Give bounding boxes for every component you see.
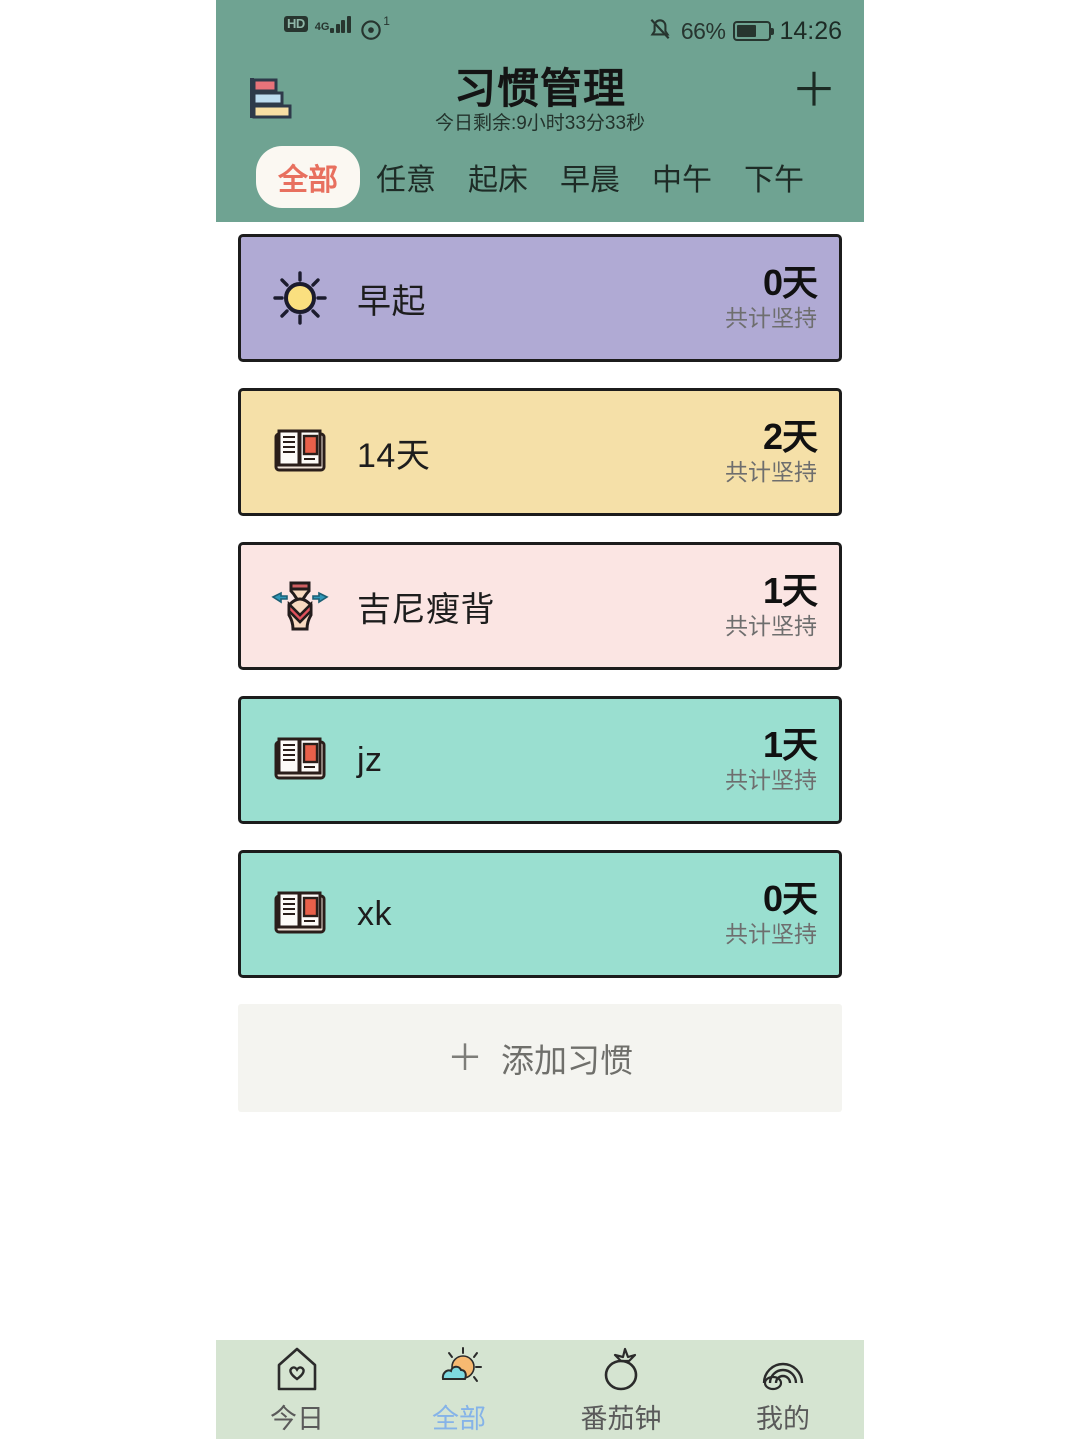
habit-days-label: 共计坚持 bbox=[725, 305, 817, 331]
sun-icon bbox=[269, 267, 331, 329]
book-icon bbox=[269, 729, 331, 791]
book-icon bbox=[269, 883, 331, 945]
habit-streak: 1天 共计坚持 bbox=[725, 724, 818, 795]
habit-days: 0天 bbox=[762, 878, 818, 919]
habit-days: 1天 bbox=[762, 570, 818, 611]
habit-days-label: 共计坚持 bbox=[725, 613, 817, 639]
nav-label: 全部 bbox=[432, 1404, 486, 1434]
table-row[interactable]: 吉尼瘦背 1天 共计坚持 bbox=[238, 542, 842, 670]
status-bar-right: 66% 14:26 bbox=[647, 16, 842, 47]
nav-item-today[interactable]: 今日 bbox=[216, 1343, 378, 1436]
nav-item-pomodoro[interactable]: 番茄钟 bbox=[540, 1343, 702, 1436]
habit-streak: 0天 共计坚持 bbox=[725, 262, 818, 333]
status-bar-left: HD 4G 1 bbox=[284, 14, 390, 47]
network-type-label: 4G bbox=[314, 20, 330, 33]
bar-chart-logo-icon[interactable] bbox=[238, 70, 294, 126]
table-row[interactable]: jz 1天 共计坚持 bbox=[238, 696, 842, 824]
battery-percent: 66% bbox=[680, 17, 726, 44]
signal-icon: 4G bbox=[314, 15, 351, 33]
habit-name: 早起 bbox=[357, 282, 426, 321]
signal-bars bbox=[330, 15, 351, 33]
table-row[interactable]: 14天 2天 共计坚持 bbox=[238, 388, 842, 516]
app-header: 习惯管理 今日剩余:9小时33分33秒 ＋ 全部 任意 起床 早晨 中午 下午 bbox=[216, 62, 864, 222]
add-habit-button[interactable]: ＋ 添加习惯 bbox=[238, 1004, 842, 1112]
habit-days-label: 共计坚持 bbox=[725, 459, 817, 485]
habit-streak: 2天 共计坚持 bbox=[725, 416, 818, 487]
status-bar-clock: 14:26 bbox=[779, 16, 842, 45]
header-row: 习惯管理 今日剩余:9小时33分33秒 ＋ bbox=[238, 62, 842, 140]
habit-name: xk bbox=[357, 894, 392, 933]
header-title-wrap: 习惯管理 今日剩余:9小时33分33秒 bbox=[294, 64, 786, 136]
nav-item-mine[interactable]: 我的 bbox=[702, 1343, 864, 1436]
tomato-icon bbox=[595, 1343, 647, 1395]
book-icon bbox=[269, 421, 331, 483]
nav-item-all[interactable]: 全部 bbox=[378, 1343, 540, 1436]
hd-icon: HD bbox=[284, 15, 308, 32]
habit-days-label: 共计坚持 bbox=[725, 921, 817, 947]
habit-days: 2天 bbox=[762, 416, 818, 457]
category-tabs: 全部 任意 起床 早晨 中午 下午 bbox=[238, 140, 842, 222]
nav-label: 今日 bbox=[270, 1404, 324, 1434]
nav-label: 我的 bbox=[756, 1404, 810, 1434]
bottom-navigation: 今日 全部 番茄钟 我的 bbox=[216, 1340, 864, 1439]
tab-all[interactable]: 全部 bbox=[256, 146, 360, 208]
tab-any[interactable]: 任意 bbox=[360, 147, 452, 207]
page-title: 习惯管理 bbox=[453, 65, 626, 112]
table-row[interactable]: 早起 0天 共计坚持 bbox=[238, 234, 842, 362]
habit-name: 吉尼瘦背 bbox=[357, 590, 495, 629]
habit-list: 早起 0天 共计坚持 14天 2天 共计坚持 吉尼瘦背 1天 共计坚持 jz 1… bbox=[216, 222, 864, 978]
habit-days-label: 共计坚持 bbox=[725, 767, 817, 793]
phone-screen: HD 4G 1 66% 14:26 习惯管理 今日剩余:9小时33分33秒 ＋ … bbox=[216, 0, 864, 1439]
habit-streak: 0天 共计坚持 bbox=[725, 878, 818, 949]
tab-afternoon[interactable]: 下午 bbox=[728, 147, 820, 207]
habit-name: 14天 bbox=[357, 436, 431, 475]
sun-cloud-icon bbox=[433, 1343, 485, 1395]
rainbow-icon bbox=[757, 1343, 809, 1395]
plus-icon[interactable]: ＋ bbox=[786, 62, 842, 118]
tab-morning[interactable]: 早晨 bbox=[544, 147, 636, 207]
remaining-time-label: 今日剩余:9小时33分33秒 bbox=[434, 113, 646, 134]
battery-icon bbox=[733, 21, 775, 41]
waist-icon bbox=[269, 575, 331, 637]
hotspot-badge: 1 bbox=[383, 13, 390, 28]
habit-days: 0天 bbox=[762, 262, 818, 303]
tab-wakeup[interactable]: 起床 bbox=[452, 147, 544, 207]
habit-streak: 1天 共计坚持 bbox=[725, 570, 818, 641]
habit-days: 1天 bbox=[762, 724, 818, 765]
hotspot-icon: 1 bbox=[358, 14, 390, 47]
status-bar: HD 4G 1 66% 14:26 bbox=[216, 0, 864, 62]
habit-name: jz bbox=[357, 740, 383, 779]
mute-icon bbox=[647, 16, 673, 47]
tab-noon[interactable]: 中午 bbox=[636, 147, 728, 207]
house-heart-icon bbox=[271, 1343, 323, 1395]
plus-icon: ＋ bbox=[446, 1037, 483, 1078]
nav-label: 番茄钟 bbox=[580, 1404, 662, 1434]
add-habit-label: 添加习惯 bbox=[501, 1042, 633, 1079]
table-row[interactable]: xk 0天 共计坚持 bbox=[238, 850, 842, 978]
